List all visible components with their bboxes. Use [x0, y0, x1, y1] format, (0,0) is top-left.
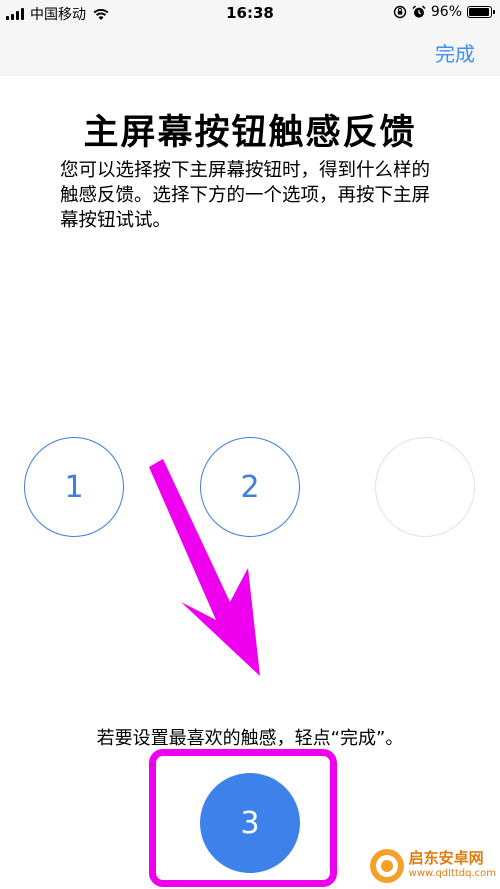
status-bar: 中国移动 16:38 96% [0, 0, 500, 28]
battery-percent: 96% [430, 4, 462, 20]
watermark-url: www.qdlttdq.com [408, 868, 496, 879]
haptic-option-3[interactable] [375, 437, 475, 537]
haptic-option-2[interactable]: 2 [200, 437, 300, 537]
alarm-icon [412, 5, 426, 18]
nav-bar: 完成 [0, 28, 500, 76]
annotation-highlight-box [149, 749, 337, 887]
hint-text: 若要设置最喜欢的触感，轻点“完成”。 [96, 728, 404, 749]
watermark-logo-icon [369, 849, 404, 883]
battery-fill [469, 8, 490, 16]
watermark-text: 启东安卓网 www.qdlttdq.com [409, 851, 496, 881]
battery-icon [467, 6, 495, 18]
done-button[interactable]: 完成 [435, 38, 475, 67]
page-description: 您可以选择按下主屏幕按钮时，得到什么样的触感反馈。选择下方的一个选项，再按下主屏… [60, 160, 431, 231]
watermark: 启东安卓网 www.qdlttdq.com [369, 849, 496, 883]
status-right: 96% [393, 4, 495, 20]
haptic-option-1[interactable]: 1 [24, 437, 124, 537]
watermark-name: 启东安卓网 [408, 849, 484, 867]
orientation-lock-icon [393, 5, 407, 19]
page-title: 主屏幕按钮触感反馈 [83, 113, 417, 153]
